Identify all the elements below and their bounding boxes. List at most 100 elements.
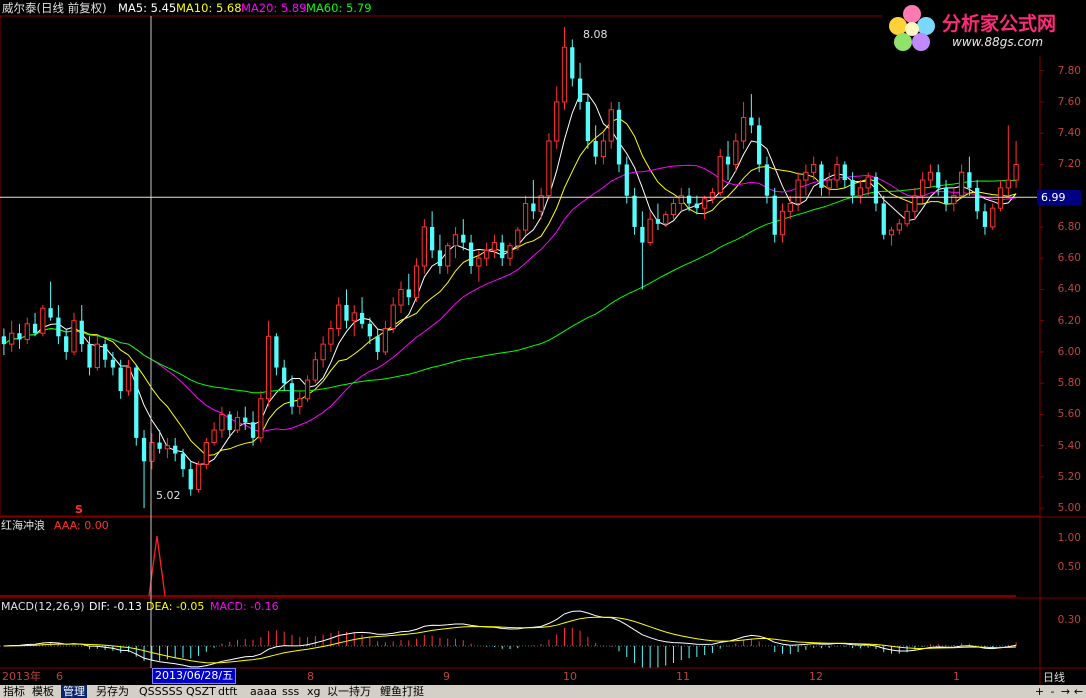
zoom-in-button[interactable]: + [1033, 685, 1046, 698]
candle-body-down [188, 469, 193, 490]
candle-body-down [227, 414, 232, 431]
flower-logo-icon [889, 5, 935, 51]
zoom-out-button[interactable]: - [1046, 685, 1059, 698]
scroll-right-button[interactable]: → [1059, 685, 1072, 698]
candle-body-down [406, 289, 411, 298]
candle-body-down [694, 203, 700, 209]
candle-body-up [600, 140, 607, 158]
candle-body-up [857, 187, 864, 197]
candle-body-down [640, 226, 645, 243]
candle-body-down [48, 308, 53, 318]
toolbar-item[interactable]: xg [307, 685, 321, 698]
candle-body-up [515, 229, 521, 247]
selected-date: 2013/06/28/五 [152, 668, 237, 684]
candle-body-down [141, 437, 147, 462]
candle-body-down [725, 156, 731, 165]
candlestick [757, 117, 762, 173]
candle-body-up [413, 265, 420, 298]
ma10-legend: MA10: 5.68 [176, 1, 242, 15]
candle-body-up [382, 328, 389, 353]
candle-body-up [779, 210, 786, 236]
candle-body-down [975, 187, 980, 212]
candle-body-up [94, 343, 100, 369]
current-price-tag: 6.99 [1037, 190, 1081, 206]
candle-body-up [265, 335, 272, 400]
scroll-left-button[interactable]: ← [1072, 685, 1085, 698]
candle-body-down [655, 219, 661, 224]
candle-body-up [811, 163, 817, 173]
date-label: 8 [307, 670, 314, 683]
candle-body-down [282, 367, 287, 384]
logo-url: www.88gs.com [952, 35, 1044, 49]
ma60-legend: MA60: 5.79 [306, 1, 372, 15]
candle-body-down [157, 442, 162, 449]
candlestick [134, 364, 139, 446]
toolbar-item[interactable]: aaaa [250, 685, 277, 698]
candle-body-down [842, 164, 847, 181]
indicator1-name: 红海冲浪 [1, 519, 45, 532]
candle-body-up [195, 463, 202, 490]
candle-body-up [491, 242, 498, 251]
date-label: 2013年 [2, 670, 41, 683]
candle-body-up [149, 442, 155, 462]
candle-body-down [819, 164, 824, 188]
candle-body-up [211, 429, 217, 444]
candle-body-up [709, 192, 716, 200]
candle-body-down [110, 359, 116, 368]
candle-body-up [336, 304, 342, 329]
candle-body-up [803, 171, 809, 181]
candle-body-up [234, 417, 241, 431]
toolbar-item[interactable]: QSSSSS [139, 685, 183, 698]
candle-body-up [717, 156, 723, 194]
candle-body-down [570, 47, 575, 79]
candle-body-up [834, 163, 840, 181]
toolbar-item[interactable]: 另存为 [96, 685, 129, 698]
candle-body-up [164, 445, 171, 450]
candlestick [772, 187, 777, 243]
toolbar-item[interactable]: 指标 [3, 685, 25, 698]
toolbar-item[interactable]: 鲤鱼打挺 [380, 685, 424, 698]
candle-body-down [344, 305, 349, 321]
candle-body-down [437, 250, 443, 266]
candle-body-up [312, 359, 318, 381]
candle-body-up [452, 234, 459, 247]
indicator1-axis-1: 1.00 [1057, 532, 1081, 544]
candle-body-up [990, 207, 996, 228]
toolbar-item[interactable]: dtft [218, 685, 237, 698]
price-axis-label: 6.80 [1057, 220, 1081, 233]
stock-chart[interactable] [0, 0, 1086, 698]
candle-body-down [102, 344, 108, 360]
ma20-legend: MA20: 5.89 [241, 1, 307, 15]
date-label: 1 [953, 670, 960, 683]
price-axis-label: 7.20 [1057, 158, 1081, 171]
toolbar-item-active[interactable]: 管理 [61, 685, 87, 698]
period-selector[interactable]: 日线 [1043, 669, 1065, 685]
candle-body-up [702, 198, 708, 209]
candle-body-up [997, 187, 1004, 209]
candle-body-up [476, 257, 482, 267]
date-label: 12 [809, 670, 823, 683]
candle-body-up [920, 179, 926, 197]
candle-body-down [289, 383, 295, 407]
price-axis-label: 7.60 [1057, 95, 1081, 108]
candle-body-down [359, 312, 365, 324]
candle-body-up [787, 203, 793, 212]
candle-body-down [17, 333, 22, 340]
candle-body-down [243, 417, 248, 423]
toolbar-item[interactable]: QSZT [186, 685, 216, 698]
toolbar-item[interactable]: 以一持万 [327, 685, 371, 698]
toolbar-item[interactable]: 模板 [32, 685, 54, 698]
signal-marker: S [75, 503, 83, 516]
indicator1-axis-2: 0.50 [1057, 561, 1081, 573]
toolbar-item[interactable]: sss [282, 685, 299, 698]
candle-body-down [1, 336, 7, 345]
high-annotation: 8.08 [583, 28, 608, 41]
candle-body-down [943, 187, 949, 204]
candle-body-down [64, 336, 69, 352]
site-logo[interactable]: 分析家公式网 www.88gs.com [882, 0, 1086, 56]
candle-body-up [896, 223, 902, 231]
candle-body-down [757, 125, 762, 165]
candle-body-up [1005, 179, 1011, 189]
candle-body-down [624, 164, 629, 196]
price-axis-label: 5.40 [1057, 439, 1081, 452]
